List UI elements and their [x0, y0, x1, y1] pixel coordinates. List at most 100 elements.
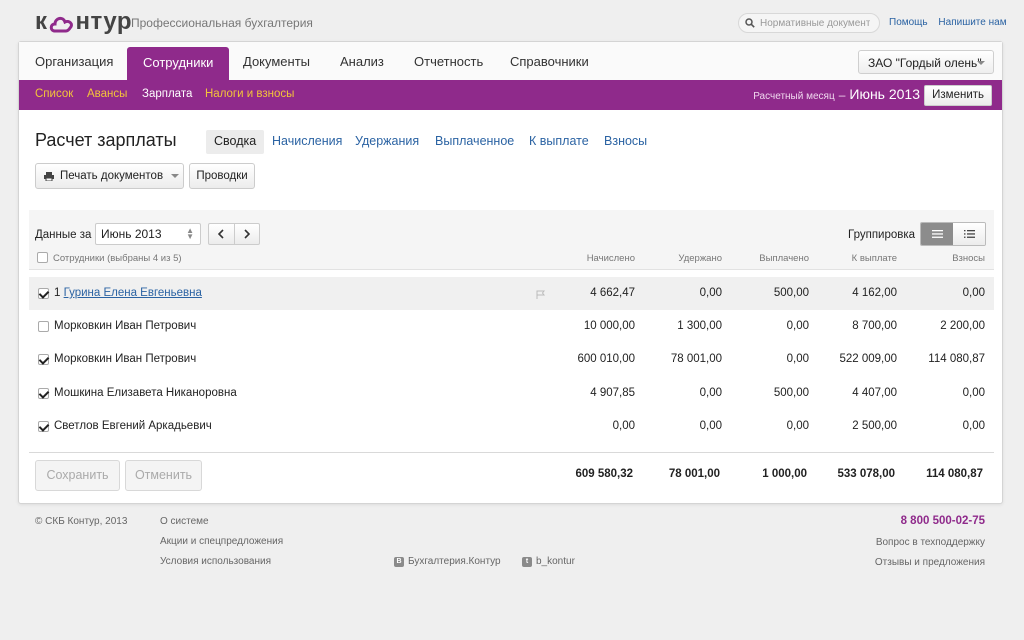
kontur-logo[interactable]: к нтур [35, 8, 132, 36]
flat-view-button[interactable] [921, 223, 953, 245]
subnav-list[interactable]: Список [35, 88, 73, 100]
paid-cell: 0,00 [786, 420, 809, 432]
table-row[interactable]: Светлов Евгений Аркадьевич 0,00 0,00 0,0… [29, 410, 994, 443]
help-link[interactable]: Помощь [889, 17, 928, 28]
contributions-cell: 0,00 [962, 287, 985, 299]
vk-link[interactable]: В Бухгалтерия.Контур [394, 556, 501, 567]
row-checkbox[interactable] [38, 288, 49, 299]
subnav-taxes[interactable]: Налоги и взносы [205, 88, 294, 100]
to-pay-cell: 4 407,00 [852, 387, 897, 399]
withheld-cell: 0,00 [699, 420, 722, 432]
accrued-cell: 10 000,00 [583, 320, 635, 332]
terms-link[interactable]: Условия использования [160, 556, 271, 567]
twitter-link[interactable]: t b_kontur [522, 556, 575, 567]
table-row[interactable]: Морковкин Иван Петрович 600 010,00 78 00… [29, 343, 994, 376]
subtab-to-pay[interactable]: К выплате [521, 130, 597, 154]
paid-cell: 0,00 [786, 320, 809, 332]
print-documents-label: Печать документов [60, 170, 164, 182]
accrued-cell: 600 010,00 [577, 353, 635, 365]
month-select-value: Июнь 2013 [101, 227, 162, 241]
month-select[interactable]: Июнь 2013 ▲ ▼ [95, 223, 201, 245]
chevron-down-icon [977, 61, 985, 65]
to-pay-cell: 8 700,00 [852, 320, 897, 332]
total-accrued: 609 580,32 [575, 468, 633, 480]
list-icon [963, 230, 975, 238]
employee-link[interactable]: Гурина Елена Евгеньевна [64, 287, 202, 299]
save-button[interactable]: Сохранить [35, 460, 120, 491]
support-link[interactable]: Вопрос в техподдержку [876, 537, 985, 548]
twitter-label: b_kontur [536, 556, 575, 567]
grouped-view-button[interactable] [953, 223, 985, 245]
chevron-down-icon [171, 174, 180, 178]
employee-name: Светлов Евгений Аркадьевич [54, 420, 212, 432]
period-info: Расчетный месяц – Июнь 2013 [753, 86, 920, 102]
change-period-button[interactable]: Изменить [924, 85, 992, 106]
subtab-summary[interactable]: Сводка [206, 130, 265, 154]
table-row[interactable]: Мошкина Елизавета Никаноровна 4 907,85 0… [29, 377, 994, 410]
prev-month-button[interactable] [209, 224, 234, 244]
employees-header: Сотрудники (выбраны 4 из 5) [53, 253, 182, 264]
postings-button[interactable]: Проводки [189, 163, 255, 189]
write-us-link[interactable]: Напишите нам [938, 17, 1006, 28]
col-contributions: Взносы [952, 253, 985, 264]
lines-icon [931, 230, 943, 238]
tagline: Профессиональная бухгалтерия [131, 16, 313, 30]
row-checkbox[interactable] [38, 388, 49, 399]
employee-cell: 1 Гурина Елена Евгеньевна [54, 287, 202, 299]
cloud-icon [49, 12, 75, 33]
search-input[interactable] [760, 17, 870, 29]
employee-name: Морковкин Иван Петрович [54, 353, 197, 365]
table-row[interactable]: 1 Гурина Елена Евгеньевна 4 662,47 0,00 … [29, 277, 994, 310]
logo-text-left: к [35, 8, 48, 35]
next-month-button[interactable] [233, 224, 259, 244]
about-link[interactable]: О системе [160, 516, 209, 527]
tab-documents[interactable]: Документы [227, 42, 326, 80]
grouping-label: Группировка [848, 229, 916, 241]
total-withheld: 78 001,00 [668, 468, 720, 480]
updown-icon: ▲ ▼ [186, 226, 194, 241]
divider [29, 269, 994, 270]
tab-references[interactable]: Справочники [494, 42, 605, 80]
select-all-checkbox[interactable] [37, 252, 48, 263]
subtab-contributions[interactable]: Взносы [596, 130, 655, 154]
cancel-button[interactable]: Отменить [125, 460, 202, 491]
col-to-pay: К выплате [851, 253, 897, 264]
period-month: Июнь 2013 [849, 86, 920, 102]
sub-nav: Список Авансы Зарплата Налоги и взносы Р… [19, 80, 1002, 110]
withheld-cell: 0,00 [699, 387, 722, 399]
subtab-accruals[interactable]: Начисления [264, 130, 350, 154]
subnav-salary[interactable]: Зарплата [142, 88, 192, 100]
view-toggle [920, 222, 986, 246]
printer-icon [44, 171, 54, 181]
row-checkbox[interactable] [38, 421, 49, 432]
main-tabs: Организация Сотрудники Документы Анализ … [19, 42, 1002, 80]
logo-text-right: нтур [75, 8, 133, 35]
tab-analysis[interactable]: Анализ [324, 42, 400, 80]
col-withheld: Удержано [678, 253, 722, 264]
search-box[interactable] [738, 13, 880, 33]
company-select[interactable]: ЗАО "Гордый олень" [858, 50, 994, 74]
row-checkbox[interactable] [38, 321, 49, 332]
paid-cell: 500,00 [773, 287, 809, 299]
to-pay-cell: 4 162,00 [852, 287, 897, 299]
tab-organization[interactable]: Организация [19, 42, 129, 80]
search-icon [745, 18, 755, 28]
withheld-cell: 0,00 [699, 287, 722, 299]
table-row[interactable]: Морковкин Иван Петрович 10 000,00 1 300,… [29, 310, 994, 343]
page-title: Расчет зарплаты [35, 130, 177, 150]
row-checkbox[interactable] [38, 354, 49, 365]
print-documents-button[interactable]: Печать документов [35, 163, 184, 189]
tab-employees[interactable]: Сотрудники [127, 47, 230, 80]
employee-name: Морковкин Иван Петрович [54, 320, 197, 332]
top-links: Помощь Напишите нам [889, 17, 1015, 28]
promotions-link[interactable]: Акции и спецпредложения [160, 536, 283, 547]
tab-reports[interactable]: Отчетность [398, 42, 499, 80]
contributions-cell: 114 080,87 [928, 353, 985, 365]
divider [29, 452, 994, 453]
subtab-deductions[interactable]: Удержания [347, 130, 427, 154]
feedback-link[interactable]: Отзывы и предложения [875, 557, 985, 568]
subnav-advances[interactable]: Авансы [87, 88, 127, 100]
col-accrued: Начислено [586, 253, 635, 264]
month-nav [208, 223, 260, 245]
subtab-paid[interactable]: Выплаченное [427, 130, 522, 154]
